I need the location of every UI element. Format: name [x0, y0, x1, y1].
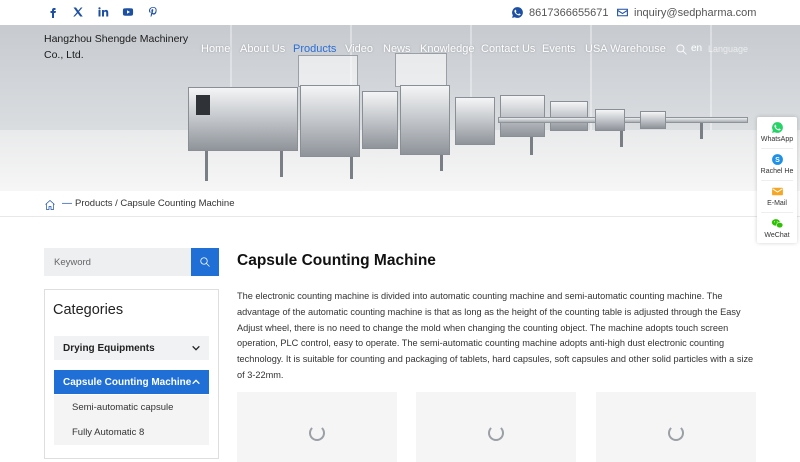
hero-machine-leg [620, 131, 623, 147]
company-name-line1: Hangzhou Shengde Machinery [44, 33, 189, 45]
email-icon [771, 185, 784, 198]
subcategory-fully-automatic[interactable]: Fully Automatic 8 [54, 420, 209, 445]
pinterest-icon[interactable] [145, 4, 161, 20]
hero-machine [362, 91, 398, 149]
whatsapp-icon [511, 6, 524, 19]
wechat-label: WeChat [764, 232, 790, 239]
hero-machine [455, 97, 495, 145]
hero-machine [640, 111, 666, 129]
hero-rib [590, 25, 592, 130]
company-logo[interactable]: Hangzhou Shengde Machinery Co., Ltd. [44, 31, 194, 63]
phone-contact[interactable]: 8617366655671 [511, 0, 609, 25]
category-label: Drying Equipments [63, 342, 155, 354]
hero-machine-leg [440, 155, 443, 171]
loading-spinner-icon [488, 425, 504, 441]
hero-machine-hood [395, 53, 447, 87]
product-card[interactable] [596, 392, 756, 462]
x-twitter-icon[interactable] [70, 4, 86, 20]
nav-events[interactable]: Events [542, 43, 576, 57]
category-drying-equipments[interactable]: Drying Equipments [54, 336, 209, 360]
language-code[interactable]: en [691, 43, 702, 54]
search-icon [200, 257, 210, 267]
nav-video[interactable]: Video [345, 43, 373, 57]
skype-icon: S [771, 153, 784, 166]
whatsapp-label: WhatsApp [760, 136, 794, 143]
hero-machine [500, 95, 545, 137]
hero-machine-leg [530, 137, 533, 155]
search-button[interactable] [191, 248, 219, 276]
nav-about-us[interactable]: About Us [240, 43, 285, 57]
email-icon [616, 6, 629, 19]
hero-machine-leg [700, 123, 703, 139]
skype-label: Rachel He [760, 168, 794, 175]
phone-number: 8617366655671 [529, 6, 609, 19]
nav-usa-warehouse[interactable]: USA Warehouse [585, 43, 666, 57]
loading-spinner-icon [668, 425, 684, 441]
hero-rib [710, 25, 712, 130]
chevron-down-icon[interactable] [191, 343, 201, 353]
email-button[interactable]: E-Mail [757, 181, 797, 212]
hero-machine-leg [350, 157, 353, 179]
keyword-search-input[interactable] [44, 248, 191, 276]
nav-home[interactable]: Home [201, 43, 230, 57]
hero-machine [400, 85, 450, 155]
chevron-up-icon[interactable] [191, 377, 201, 387]
nav-knowledge[interactable]: Knowledge [420, 43, 474, 57]
top-bar: 8617366655671 inquiry@sedpharma.com [0, 0, 800, 25]
nav-products[interactable]: Products [293, 43, 336, 57]
header-search-icon[interactable] [675, 43, 688, 56]
breadcrumb-separator: — [62, 198, 72, 209]
hero-machine [595, 109, 625, 131]
product-card[interactable] [416, 392, 576, 462]
categories-title: Categories [53, 302, 124, 318]
youtube-icon[interactable] [120, 4, 136, 20]
product-card[interactable] [237, 392, 397, 462]
wechat-icon [771, 217, 784, 230]
wechat-button[interactable]: WeChat [757, 213, 797, 244]
nav-contact-us[interactable]: Contact Us [481, 43, 535, 57]
email-contact[interactable]: inquiry@sedpharma.com [616, 0, 756, 25]
language-select[interactable]: Language [708, 44, 748, 54]
subcategory-semi-automatic[interactable]: Semi-automatic capsule [54, 395, 209, 420]
email-label: E-Mail [767, 200, 787, 207]
category-label: Capsule Counting Machine [63, 376, 192, 388]
hero-machine [550, 101, 588, 131]
breadcrumb-path[interactable]: Products / Capsule Counting Machine [75, 198, 234, 209]
svg-text:S: S [775, 157, 780, 164]
floating-contact-bar: WhatsApp S Rachel He E-Mail WeChat [757, 117, 797, 243]
email-address: inquiry@sedpharma.com [634, 6, 757, 19]
product-description: The electronic counting machine is divid… [237, 291, 754, 380]
hero-machine-hood [298, 55, 358, 87]
skype-button[interactable]: S Rachel He [757, 149, 797, 180]
category-capsule-counting-machine[interactable]: Capsule Counting Machine [54, 370, 209, 394]
hero-machine-leg [205, 151, 208, 181]
facebook-icon[interactable] [45, 4, 61, 20]
linkedin-icon[interactable] [95, 4, 111, 20]
home-icon[interactable] [44, 198, 56, 210]
whatsapp-button[interactable]: WhatsApp [757, 117, 797, 148]
company-name-line2: Co., Ltd. [44, 49, 84, 61]
hero-control-panel [196, 95, 210, 115]
whatsapp-icon [771, 121, 784, 134]
hero-machine-leg [280, 151, 283, 177]
page-title: Capsule Counting Machine [237, 252, 436, 269]
loading-spinner-icon [309, 425, 325, 441]
hero-machine [300, 85, 360, 157]
breadcrumb: — Products / Capsule Counting Machine [0, 191, 800, 217]
nav-news[interactable]: News [383, 43, 411, 57]
